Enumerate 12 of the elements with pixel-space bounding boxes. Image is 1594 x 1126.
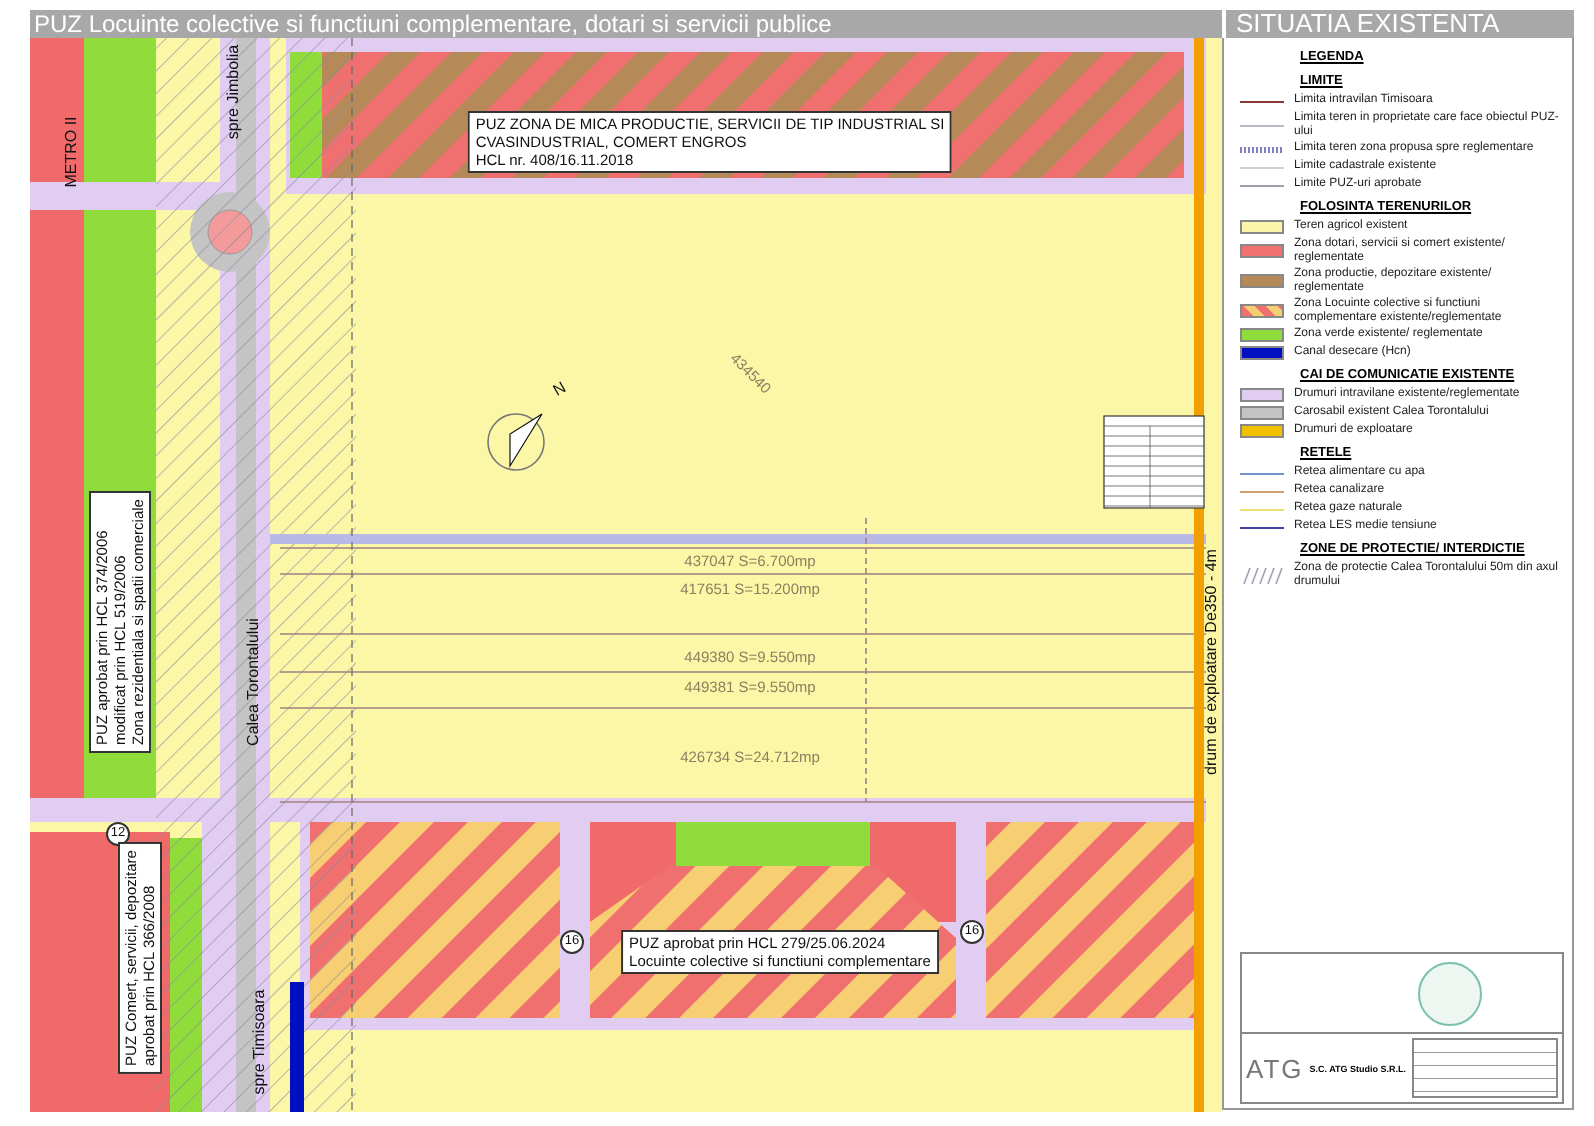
coordinate-table-drawing	[1103, 415, 1205, 509]
map-label: Calea Torontalului	[246, 618, 262, 746]
map-label: spre Jimbolia	[226, 44, 242, 140]
compass-drawing	[487, 413, 545, 471]
map-label: METRO II	[64, 116, 80, 188]
stamp-icon	[1418, 961, 1482, 1025]
map-label: N	[551, 380, 569, 400]
map-label: spre Timisoara	[252, 989, 268, 1095]
map-label: drum de exploatare De350 - 4m	[1204, 549, 1220, 775]
company-logo: ATG	[1246, 1053, 1304, 1083]
drainage-canal	[290, 982, 304, 1112]
drawing-title: PUZ Locuinte colective si functiuni complementare, dotari si servicii publice	[32, 10, 834, 38]
